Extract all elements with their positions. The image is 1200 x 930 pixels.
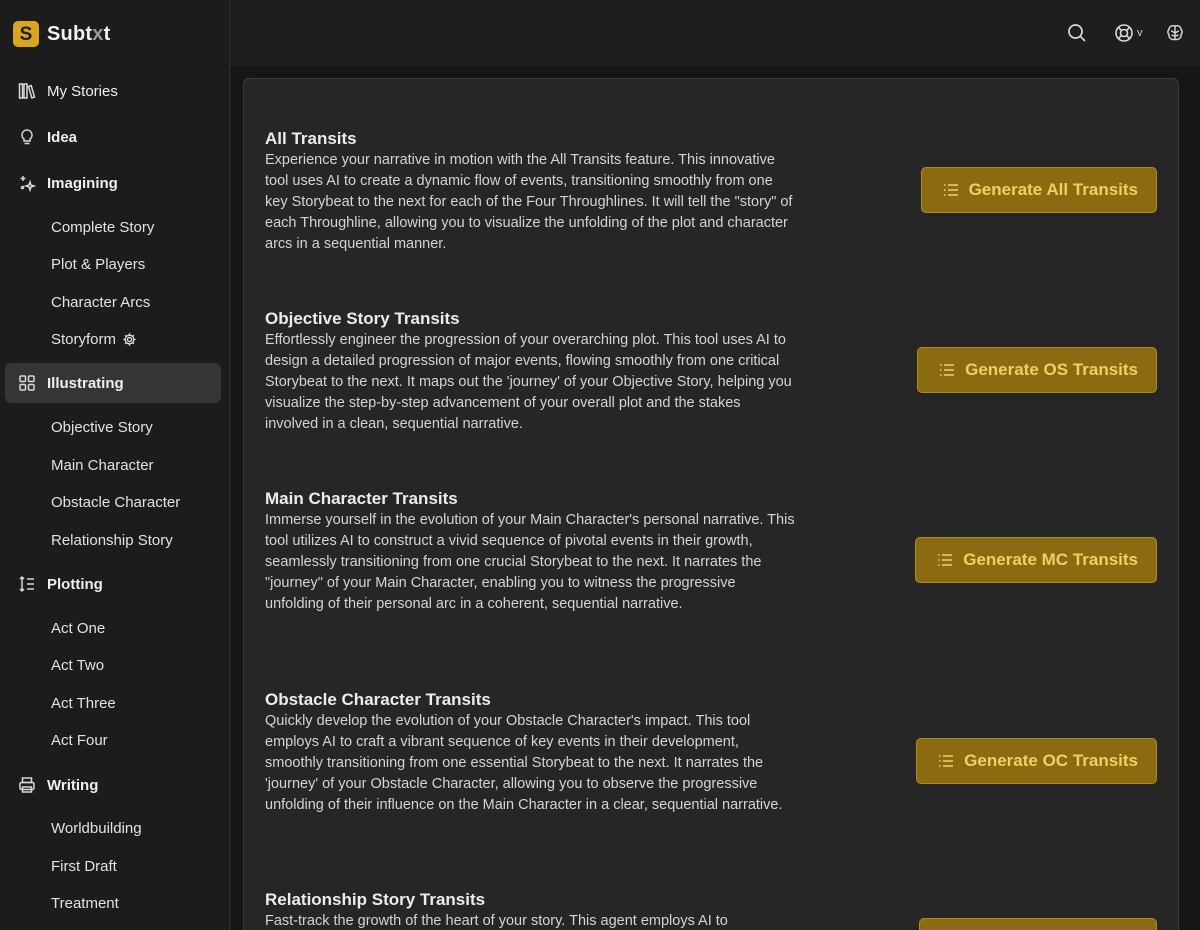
main-content: All Transits Experience your narrative i… [231,66,1200,930]
sidebar-item-label: Plotting [47,575,103,593]
sidebar-item-illustrating[interactable]: Illustrating [5,363,221,403]
button-label: Generate All Transits [968,180,1138,199]
logo-letter: S [19,23,33,45]
printer-icon [17,775,37,795]
section-title: Main Character Transits [265,489,458,508]
section-description: Quickly develop the evolution of your Ob… [265,713,783,813]
button-label: Generate OC Transits [964,751,1138,770]
brand-name-part: x [92,22,104,45]
sidebar-item-label: My Stories [47,82,118,100]
list-icon [939,363,955,377]
section-title: All Transits [265,129,357,148]
search-icon[interactable] [1067,22,1087,44]
sidebar-subitem-act-two[interactable]: Act Two [51,653,104,677]
generate-rs-transits-button[interactable] [919,918,1157,930]
list-icon [938,754,954,768]
sidebar-subitem-objective-story[interactable]: Objective Story [51,415,153,439]
sidebar-subitem-act-one[interactable]: Act One [51,616,105,640]
generate-all-transits-button[interactable]: Generate All Transits [920,167,1157,213]
sidebar-subitem-relationship-story[interactable]: Relationship Story [51,528,173,552]
sidebar-subitem-complete-story[interactable]: Complete Story [51,215,154,239]
sidebar-subitem-label: Storyform [51,330,117,348]
top-bar: v [231,0,1200,66]
sidebar-item-label: Imagining [47,174,118,192]
sidebar-item-plotting[interactable]: Plotting [5,564,221,604]
sidebar-subitem-plot-players[interactable]: Plot & Players [51,252,145,276]
books-icon [17,81,37,101]
sidebar-item-idea[interactable]: Idea [5,117,221,157]
grid-icon [17,373,37,393]
section-description: Experience your narrative in motion with… [265,152,793,252]
sidebar-subitem-main-character[interactable]: Main Character [51,453,154,477]
sidebar: S Subtxt My Stories Idea Imagining Compl… [0,0,230,930]
sidebar-item-writing[interactable]: Writing [5,765,221,805]
section-obstacle-character-transits: Obstacle Character Transits Quickly deve… [265,690,795,816]
button-label: Generate OS Transits [965,360,1138,379]
sidebar-subitem-obstacle-character[interactable]: Obstacle Character [51,490,180,514]
lifebuoy-icon [1114,23,1134,43]
sparkles-icon [17,173,37,193]
generate-mc-transits-button[interactable]: Generate MC Transits [915,537,1157,583]
logo-mark: S [13,21,39,47]
sidebar-subitem-first-draft[interactable]: First Draft [51,854,117,878]
brand-name-part: Subt [47,22,93,45]
sidebar-subitem-worldbuilding[interactable]: Worldbuilding [51,816,142,840]
sidebar-subitem-character-arcs[interactable]: Character Arcs [51,290,150,314]
list-icon [943,183,959,197]
help-menu-button[interactable]: v [1114,22,1143,44]
section-main-character-transits: Main Character Transits Immerse yourself… [265,489,795,615]
section-description: Immerse yourself in the evolution of you… [265,512,795,612]
section-objective-story-transits: Objective Story Transits Effortlessly en… [265,309,795,435]
brand-logo[interactable]: S Subtxt [13,21,110,47]
section-relationship-story-transits: Relationship Story Transits Fast-track t… [265,890,795,930]
gear-icon [122,332,137,347]
sidebar-item-label: Idea [47,128,78,146]
list-icon [937,553,953,567]
brain-icon[interactable] [1165,22,1185,44]
sidebar-subitem-storyform[interactable]: Storyform [51,327,137,351]
button-label: Generate MC Transits [963,550,1138,569]
sidebar-subitem-act-three[interactable]: Act Three [51,691,116,715]
sidebar-item-imagining[interactable]: Imagining [5,163,221,203]
generate-oc-transits-button[interactable]: Generate OC Transits [916,738,1157,784]
section-all-transits: All Transits Experience your narrative i… [265,129,795,255]
section-description: Effortlessly engineer the progression of… [265,332,792,432]
sidebar-subitem-treatment[interactable]: Treatment [51,891,119,915]
sidebar-item-label: Illustrating [47,374,124,392]
generate-os-transits-button[interactable]: Generate OS Transits [917,347,1157,393]
brand-name: Subtxt [47,23,110,46]
chevron-down-icon: v [1137,27,1143,39]
sort-list-icon [17,574,37,594]
section-title: Obstacle Character Transits [265,690,491,709]
sidebar-item-label: Writing [47,776,99,794]
section-description: Fast-track the growth of the heart of yo… [265,913,728,929]
section-title: Relationship Story Transits [265,890,486,909]
sidebar-item-my-stories[interactable]: My Stories [5,71,221,111]
lightbulb-icon [17,127,37,147]
sidebar-subitem-act-four[interactable]: Act Four [51,728,108,752]
section-title: Objective Story Transits [265,309,460,328]
transits-panel: All Transits Experience your narrative i… [243,78,1179,930]
brand-name-part: t [103,22,111,45]
